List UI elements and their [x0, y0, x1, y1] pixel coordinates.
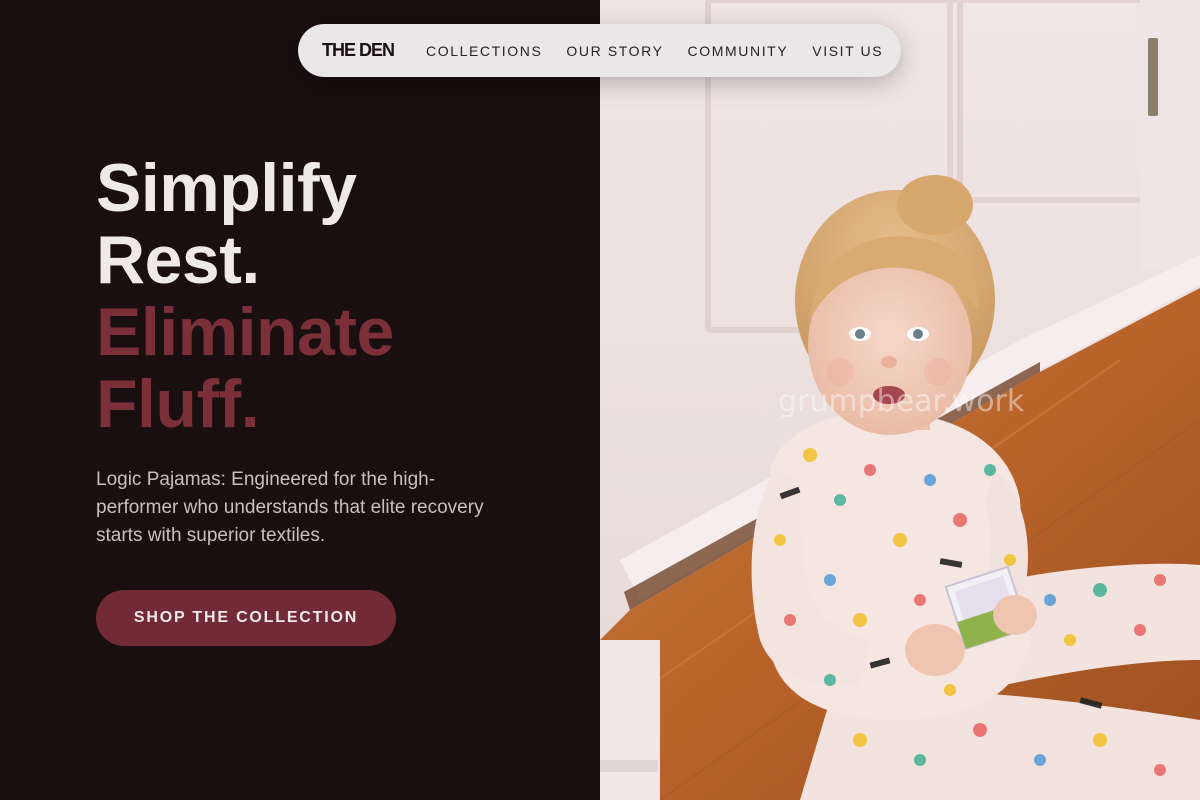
hero-headline: Simplify Rest. Eliminate Fluff.: [96, 152, 394, 440]
headline-line-1: Simplify: [96, 150, 357, 226]
hero-photo: [600, 0, 1200, 800]
nav-link-collections[interactable]: COLLECTIONS: [426, 43, 542, 59]
headline-line-4: Fluff.: [96, 366, 260, 442]
shop-collection-button[interactable]: SHOP THE COLLECTION: [96, 590, 396, 646]
headline-line-2: Rest.: [96, 222, 260, 298]
nav-link-community[interactable]: COMMUNITY: [688, 43, 789, 59]
landing-page: grumpbear.work THE DEN COLLECTIONS OUR S…: [0, 0, 1200, 800]
brand-logo[interactable]: THE DEN: [322, 40, 395, 61]
child-in-pajamas-photo: [600, 0, 1200, 800]
nav-link-visit-us[interactable]: VISIT US: [812, 43, 883, 59]
nav-link-our-story[interactable]: OUR STORY: [566, 43, 663, 59]
hero-subtitle: Logic Pajamas: Engineered for the high-p…: [96, 469, 484, 546]
top-navigation: THE DEN COLLECTIONS OUR STORY COMMUNITY …: [298, 24, 901, 77]
headline-line-3: Eliminate: [96, 294, 394, 370]
